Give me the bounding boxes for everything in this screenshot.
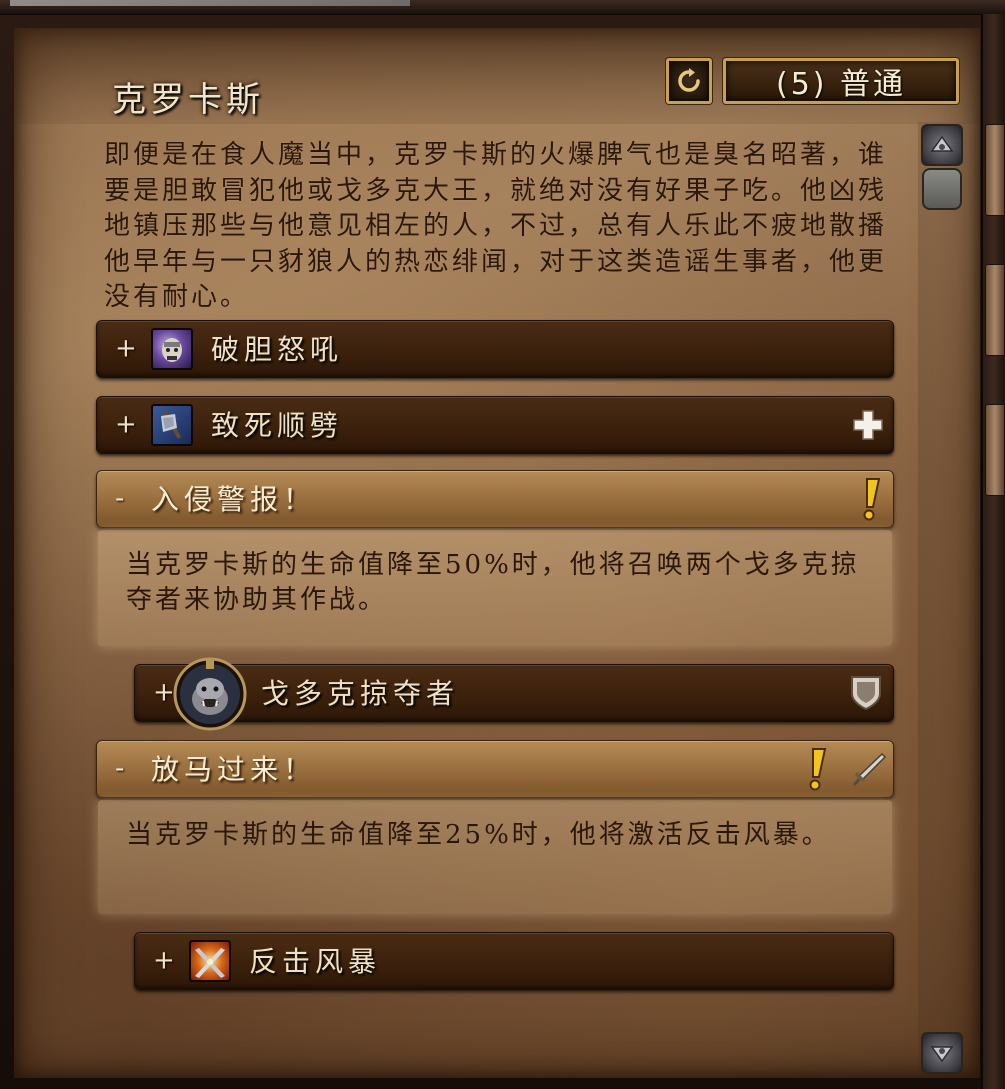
expand-toggle: + (115, 333, 137, 364)
section-label: 入侵警报！ (151, 483, 317, 517)
intimidating-shout-icon (151, 328, 193, 370)
reset-arrow-icon (678, 68, 700, 92)
section-label: 致死顺劈 (211, 409, 344, 443)
side-tab-3[interactable] (985, 404, 1005, 496)
counterstorm-icon (189, 940, 231, 982)
description-text: 当克罗卡斯的生命值降至50%时，他将召唤两个戈多克掠夺者来协助其作战。 (126, 550, 860, 615)
healer-cross-icon (853, 410, 883, 440)
collapse-toggle: - (115, 483, 125, 514)
top-border (0, 0, 1005, 15)
important-exclamation-icon (809, 748, 827, 791)
section-label: 戈多克掠夺者 (261, 677, 460, 711)
section-header-gordok-reaver[interactable]: + 戈多克掠夺者 (134, 657, 894, 731)
scroll-down-arrow-icon (930, 1046, 954, 1063)
expand-toggle: + (115, 409, 137, 440)
expand-toggle: + (153, 677, 175, 708)
section-header-mortal-cleave[interactable]: + 致死顺劈 (96, 396, 894, 454)
side-tab-strip (981, 14, 1005, 1089)
boss-lore-text: 即便是在食人魔当中，克罗卡斯的火爆脾气也是臭名昭著，谁要是胆敢冒犯他或戈多克大王… (104, 140, 888, 312)
mortal-cleave-icon (151, 404, 193, 446)
reset-button[interactable] (666, 58, 712, 104)
section-header-bring-it-on[interactable]: - 放马过来！ (96, 740, 894, 798)
section-description-bring-it-on: 当克罗卡斯的生命值降至25%时，他将激活反击风暴。 (98, 800, 892, 914)
dps-sword-icon (853, 752, 887, 786)
section-header-invasion-alert[interactable]: - 入侵警报！ (96, 470, 894, 528)
side-tab-1[interactable] (985, 124, 1005, 216)
scrollbar-thumb[interactable] (922, 168, 962, 210)
scroll-up-arrow-icon (930, 135, 954, 152)
difficulty-button[interactable]: (5) 普通 (723, 58, 959, 104)
section-header-intimidating-shout[interactable]: + 破胆怒吼 (96, 320, 894, 378)
boss-title: 克罗卡斯 (112, 80, 264, 120)
important-exclamation-icon (863, 478, 881, 521)
section-description-invasion-alert: 当克罗卡斯的生命值降至50%时，他将召唤两个戈多克掠夺者来协助其作战。 (98, 530, 892, 646)
tank-shield-icon (851, 676, 881, 711)
side-tab-2[interactable] (985, 264, 1005, 356)
scroll-down-button[interactable] (921, 1032, 963, 1074)
collapse-toggle: - (115, 753, 125, 784)
scrollbar-track[interactable] (918, 122, 966, 1072)
expand-toggle: + (153, 945, 175, 976)
section-header-counterstorm[interactable]: + 反击风暴 (134, 932, 894, 990)
description-text: 当克罗卡斯的生命值降至25%时，他将激活反击风暴。 (126, 820, 831, 850)
section-label: 破胆怒吼 (211, 333, 344, 367)
ogre-portrait-icon (173, 657, 247, 731)
section-label: 反击风暴 (249, 945, 382, 979)
section-label: 放马过来！ (151, 753, 317, 787)
scroll-up-button[interactable] (921, 124, 963, 166)
